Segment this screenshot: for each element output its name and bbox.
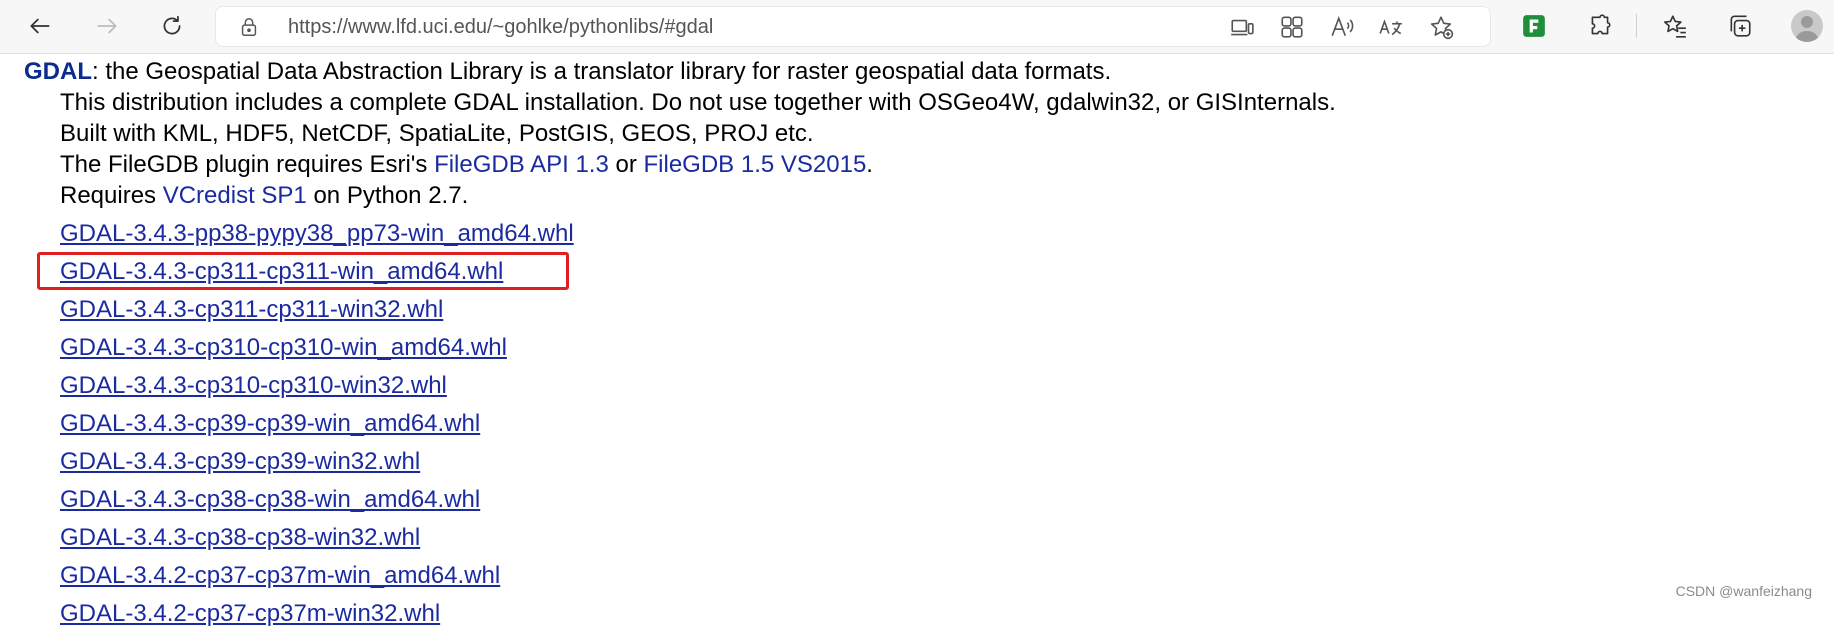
lock-icon[interactable] [238, 16, 260, 38]
download-link[interactable]: GDAL-3.4.3-cp39-cp39-win_amd64.whl [60, 409, 480, 439]
filegdb-mid: or [608, 151, 644, 178]
intro-text: : the Geospatial Data Abstraction Librar… [92, 58, 1112, 85]
download-link[interactable]: GDAL-3.4.3-cp310-cp310-win32.whl [60, 371, 447, 401]
build-note: Built with KML, HDF5, NetCDF, SpatiaLite… [60, 120, 814, 147]
intro-line: GDAL: the Geospatial Data Abstraction Li… [24, 57, 1111, 87]
profile-avatar-icon[interactable] [1791, 10, 1823, 42]
filegdb-prefix: The FileGDB plugin requires Esri's [60, 151, 435, 178]
vcredist-prefix: Requires [60, 182, 163, 209]
download-link[interactable]: GDAL-3.4.3-pp38-pypy38_pp73-win_amd64.wh… [60, 219, 574, 249]
vcredist-note: Requires VCredist SP1 on Python 2.7. [60, 181, 468, 211]
url-text[interactable]: https://www.lfd.uci.edu/~gohlke/pythonli… [288, 16, 713, 39]
highlight-box [37, 252, 569, 290]
extensions-icon[interactable] [1582, 8, 1618, 44]
toolbar-separator [1636, 14, 1637, 38]
vcredist-link[interactable]: VCredist SP1 [163, 182, 307, 209]
download-link[interactable]: GDAL-3.4.3-cp39-cp39-win32.whl [60, 447, 420, 477]
refresh-icon[interactable] [154, 8, 190, 44]
filegdb-vs2015-link[interactable]: FileGDB 1.5 VS2015 [644, 151, 867, 178]
collections-icon[interactable] [1722, 8, 1758, 44]
vcredist-suffix: on Python 2.7. [306, 182, 469, 209]
extension-green-icon[interactable] [1516, 8, 1552, 44]
add-favorite-icon[interactable] [1428, 14, 1454, 40]
gdal-brand: GDAL [24, 58, 92, 85]
download-link[interactable]: GDAL-3.4.2-cp37-cp37m-win32.whl [60, 599, 440, 629]
download-link[interactable]: GDAL-3.4.3-cp311-cp311-win32.whl [60, 295, 443, 325]
apps-icon[interactable] [1279, 14, 1305, 40]
forward-arrow-icon[interactable] [89, 8, 125, 44]
download-link[interactable]: GDAL-3.4.3-cp38-cp38-win_amd64.whl [60, 485, 480, 515]
download-link[interactable]: GDAL-3.4.2-cp37-cp37m-win_amd64.whl [60, 561, 500, 591]
distribution-note: This distribution includes a complete GD… [60, 89, 1336, 116]
back-arrow-icon[interactable] [22, 8, 58, 44]
download-link[interactable]: GDAL-3.4.3-cp38-cp38-win32.whl [60, 523, 420, 553]
filegdb-note: The FileGDB plugin requires Esri's FileG… [60, 150, 873, 180]
translate-icon[interactable] [1378, 14, 1404, 40]
favorites-icon[interactable] [1657, 8, 1693, 44]
filegdb-suffix: . [866, 151, 873, 178]
address-bar[interactable]: https://www.lfd.uci.edu/~gohlke/pythonli… [215, 6, 1491, 47]
download-link[interactable]: GDAL-3.4.3-cp310-cp310-win_amd64.whl [60, 333, 507, 363]
watermark: CSDN @wanfeizhang [1675, 583, 1812, 599]
filegdb-api-link[interactable]: FileGDB API 1.3 [434, 151, 609, 178]
browser-toolbar: https://www.lfd.uci.edu/~gohlke/pythonli… [0, 0, 1834, 54]
read-aloud-icon[interactable] [1329, 14, 1355, 40]
device-icon[interactable] [1229, 14, 1255, 40]
